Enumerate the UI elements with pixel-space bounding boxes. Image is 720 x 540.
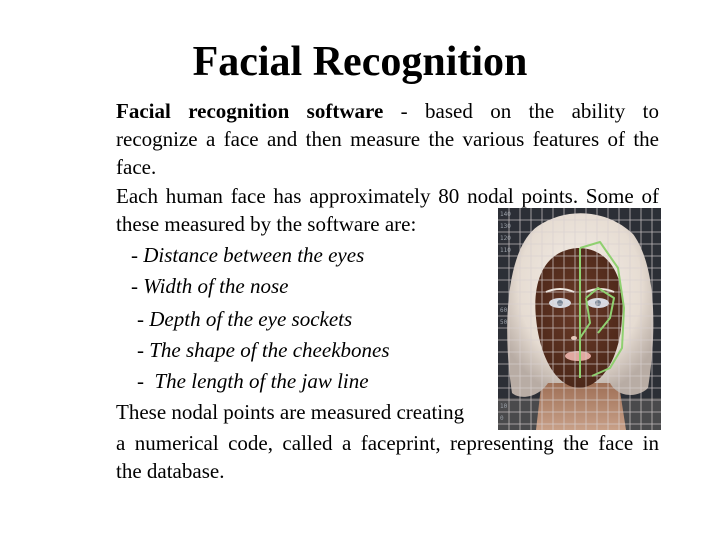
paragraph2-line2: these measured by the software are: — [116, 212, 417, 236]
svg-text:130: 130 — [500, 223, 511, 230]
slide-title: Facial Recognition — [192, 39, 528, 85]
paragraph3-line2: a numerical code, called a faceprint, re… — [116, 431, 659, 455]
feature-item: - Width of the nose — [131, 274, 289, 298]
paragraph3-line3: the database. — [116, 459, 225, 483]
feature-item: - Distance between the eyes — [131, 243, 365, 267]
svg-text:0: 0 — [500, 415, 504, 422]
svg-text:110: 110 — [500, 247, 511, 254]
svg-text:140: 140 — [500, 211, 511, 218]
paragraph2-line1: Each human face has approximately 80 nod… — [116, 184, 659, 208]
feature-item: - Depth of the eye sockets — [137, 307, 353, 331]
feature-item: - The shape of the cheekbones — [137, 338, 390, 362]
mouth — [565, 351, 591, 361]
paragraph1-line2: recognize a face and then measure the va… — [116, 127, 659, 151]
svg-text:50: 50 — [500, 319, 508, 326]
feature-item: - The length of the jaw line — [137, 369, 369, 393]
svg-text:10: 10 — [500, 403, 508, 410]
paragraph3-line1: These nodal points are measured creating — [116, 400, 465, 424]
svg-text:60: 60 — [500, 307, 508, 314]
paragraph1-line3: face. — [116, 155, 157, 179]
face-scan-image: 140 130 120 110 60 50 10 0 — [498, 208, 661, 430]
bold-term: Facial recognition software — [116, 99, 384, 123]
svg-text:120: 120 — [500, 235, 511, 242]
paragraph1-line1: Facial recognition software - based on t… — [116, 99, 659, 123]
